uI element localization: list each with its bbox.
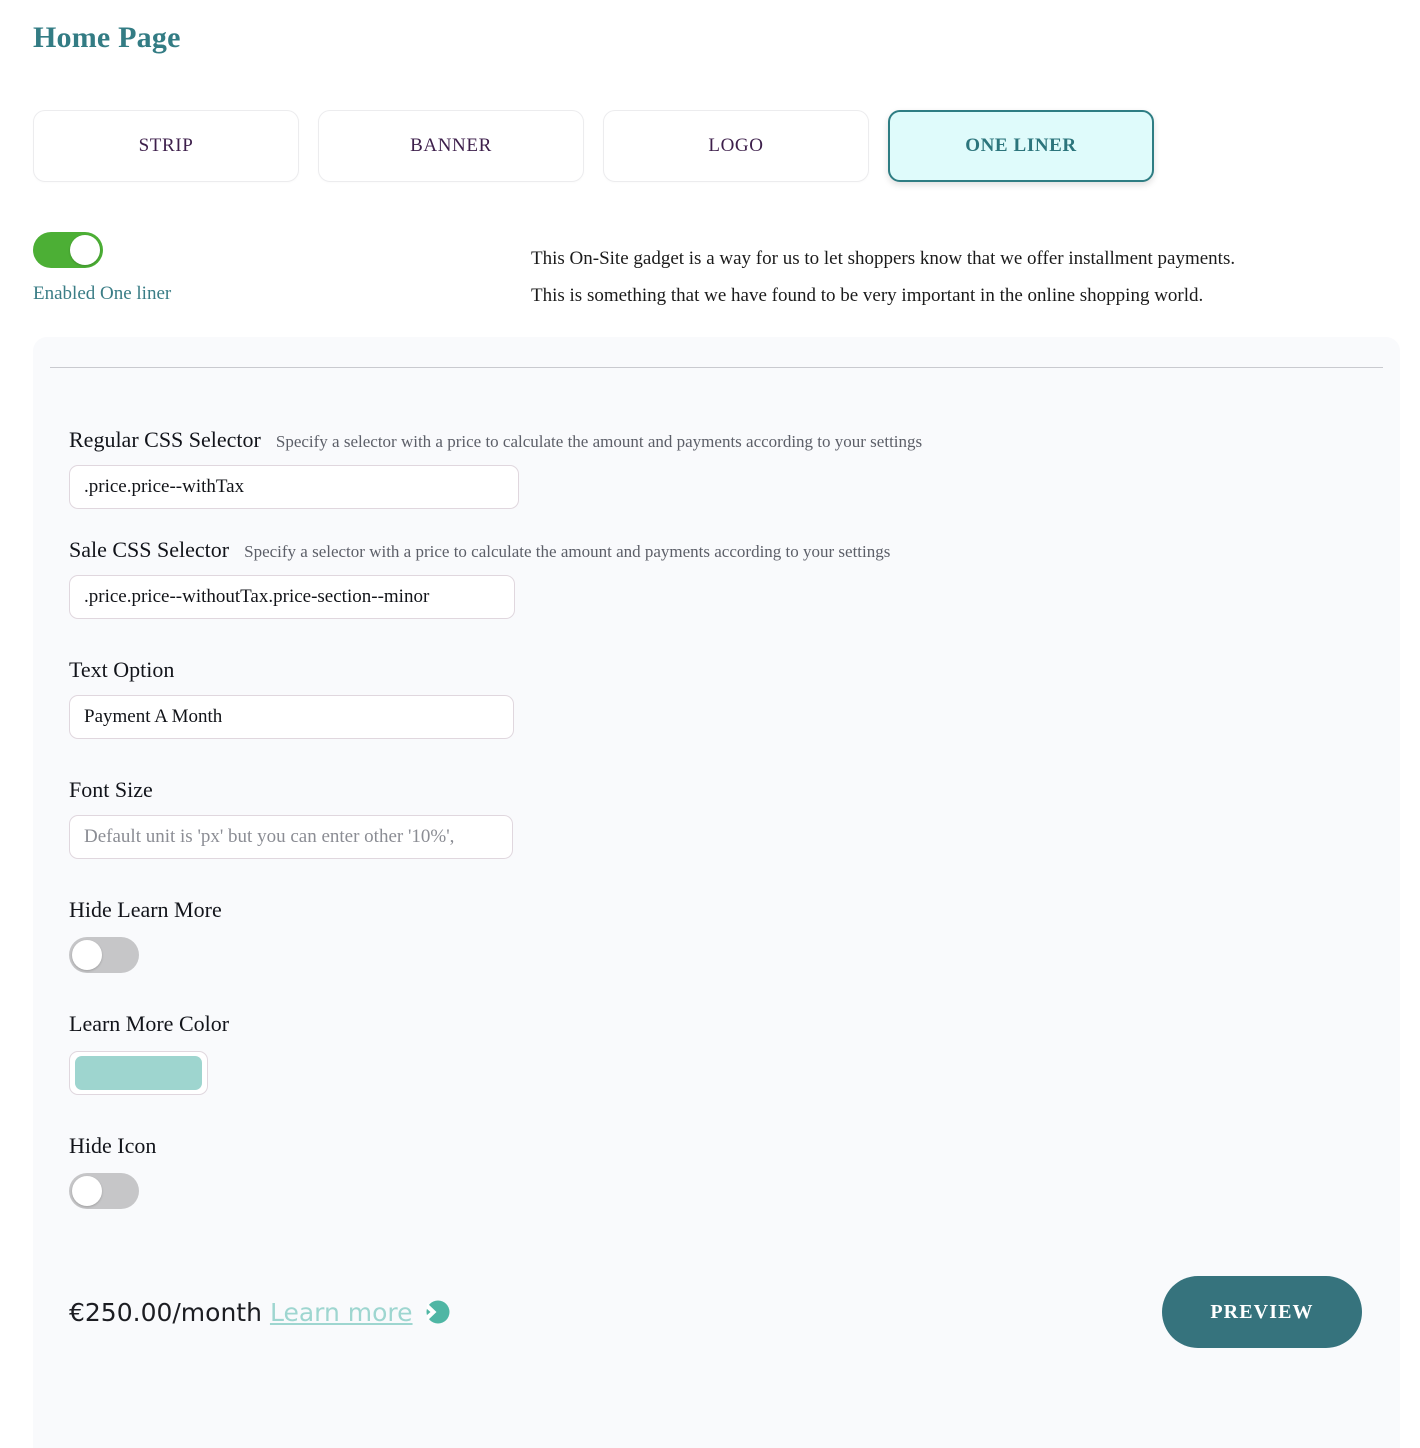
tab-one-liner-label: ONE LINER [965,135,1077,156]
font-size-field: Font Size [69,777,1359,859]
sale-css-selector-input[interactable] [69,575,515,619]
preview-button[interactable]: PREVIEW [1162,1276,1362,1348]
regular-css-selector-input[interactable] [69,465,519,509]
settings-form: Regular CSS Selector Specify a selector … [69,427,1359,1209]
hide-learn-more-toggle[interactable] [69,937,139,973]
text-option-input[interactable] [69,695,514,739]
page-title: Home Page [33,21,181,54]
tab-one-liner[interactable]: ONE LINER [888,110,1154,182]
one-liner-preview: €250.00/month Learn more [69,1298,451,1327]
tab-banner-label: BANNER [410,135,492,156]
gadget-description: This On-Site gadget is a way for us to l… [531,240,1391,314]
regular-css-selector-head: Regular CSS Selector Specify a selector … [69,427,1359,453]
learn-more-color-field: Learn More Color [69,1011,1359,1095]
font-size-label: Font Size [69,777,153,802]
chevron-right-circle-icon [421,1298,451,1326]
hide-icon-label: Hide Icon [69,1133,157,1158]
regular-css-selector-field: Regular CSS Selector Specify a selector … [69,427,1359,509]
font-size-head: Font Size [69,777,1359,803]
tab-logo-label: LOGO [708,135,764,156]
tab-banner[interactable]: BANNER [318,110,584,182]
sale-css-selector-hint: Specify a selector with a price to calcu… [244,542,891,561]
learn-more-color-label: Learn More Color [69,1011,230,1036]
gadget-description-line-2: This is something that we have found to … [531,285,1204,307]
learn-more-color-swatch [75,1056,202,1090]
text-option-field: Text Option [69,657,1359,739]
toggle-knob [72,1176,102,1206]
regular-css-selector-label: Regular CSS Selector [69,427,261,452]
preview-learn-more-link[interactable]: Learn more [270,1298,413,1327]
font-size-input[interactable] [69,815,513,859]
enable-one-liner-label: Enabled One liner [33,283,172,304]
preview-row: €250.00/month Learn more PREVIEW [69,1272,1362,1352]
gadget-type-tabs: STRIP BANNER LOGO ONE LINER [33,110,1154,182]
sale-css-selector-field: Sale CSS Selector Specify a selector wit… [69,537,1359,619]
tab-strip-label: STRIP [138,135,194,156]
text-option-head: Text Option [69,657,1359,683]
gadget-description-line-1: This On-Site gadget is a way for us to l… [531,248,1236,269]
regular-css-selector-hint: Specify a selector with a price to calcu… [275,432,923,451]
settings-panel: Regular CSS Selector Specify a selector … [33,337,1400,1448]
hide-icon-field: Hide Icon [69,1133,1359,1209]
hide-learn-more-label: Hide Learn More [69,897,222,922]
toggle-knob [70,235,100,265]
learn-more-color-picker[interactable] [69,1051,208,1095]
home-page-screen: Home Page STRIP BANNER LOGO ONE LINER En… [0,0,1420,1448]
hide-learn-more-field: Hide Learn More [69,897,1359,973]
hide-icon-toggle[interactable] [69,1173,139,1209]
tab-logo[interactable]: LOGO [603,110,869,182]
panel-divider [50,367,1383,368]
text-option-label: Text Option [69,657,175,682]
enable-one-liner-block: Enabled One liner [33,232,171,305]
preview-price-text: €250.00/month [69,1297,262,1327]
toggle-knob [72,940,102,970]
tab-strip[interactable]: STRIP [33,110,299,182]
sale-css-selector-head: Sale CSS Selector Specify a selector wit… [69,537,1359,563]
sale-css-selector-label: Sale CSS Selector [69,537,230,562]
enable-one-liner-toggle[interactable] [33,232,103,268]
